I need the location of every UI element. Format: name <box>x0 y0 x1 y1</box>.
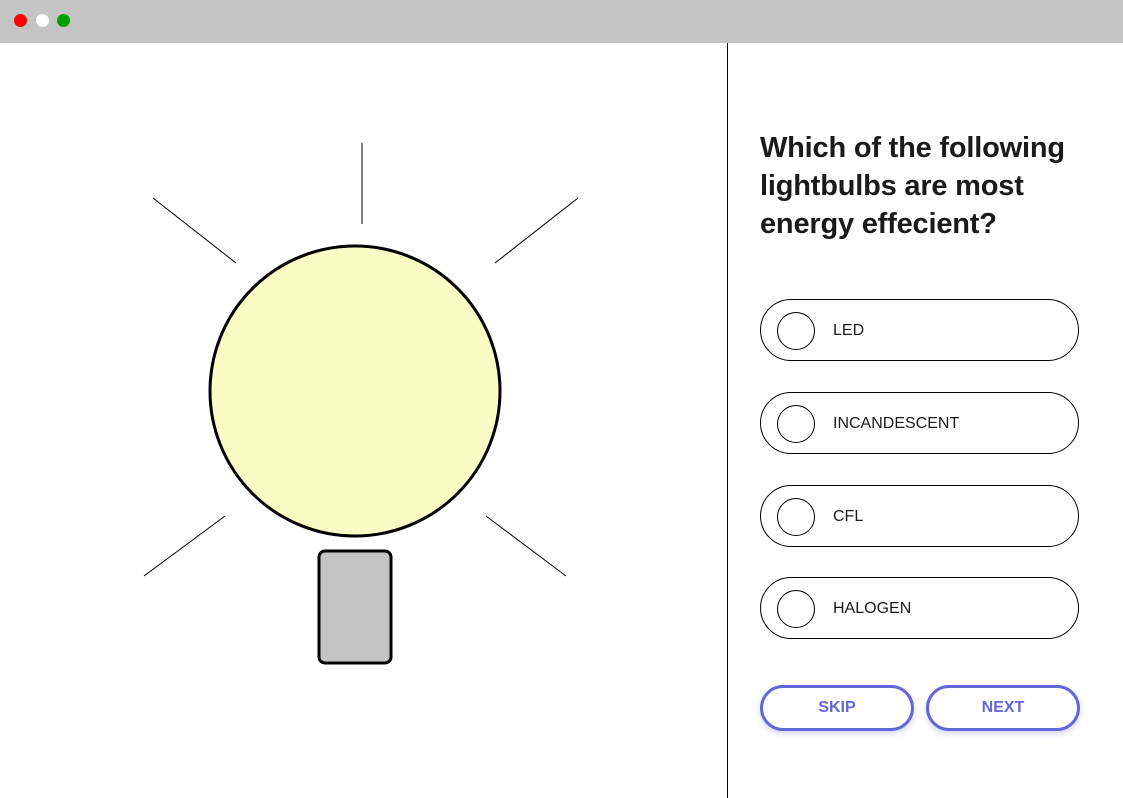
question-text: Which of the following lightbulbs are mo… <box>760 132 1065 240</box>
radio-circle-icon[interactable] <box>777 405 815 443</box>
app-window: Which of the following lightbulbs are mo… <box>0 0 1123 798</box>
maximize-window-button[interactable] <box>57 14 70 27</box>
lightbulb-illustration <box>0 43 727 798</box>
option-label: HALOGEN <box>833 600 912 617</box>
bulb-glass <box>208 244 502 538</box>
quiz-panel: Which of the following lightbulbs are mo… <box>728 43 1123 798</box>
option-label: CFL <box>833 508 864 525</box>
light-ray-lower-left <box>143 515 226 577</box>
bulb-base <box>317 549 393 665</box>
radio-circle-icon[interactable] <box>777 590 815 628</box>
radio-circle-icon[interactable] <box>777 498 815 536</box>
light-ray-lower-right <box>485 515 567 577</box>
next-button[interactable]: NEXT <box>926 685 1080 731</box>
option-cfl[interactable]: CFL <box>760 485 1079 547</box>
option-label: INCANDESCENT <box>833 415 960 432</box>
option-led[interactable]: LED <box>760 299 1079 361</box>
light-ray-upper-right <box>494 197 579 264</box>
lightbulb-icon <box>143 143 579 665</box>
option-halogen[interactable]: HALOGEN <box>760 577 1079 639</box>
title-bar <box>0 0 1123 43</box>
skip-button[interactable]: SKIP <box>760 685 914 731</box>
light-ray-upper-left <box>152 197 237 264</box>
close-window-button[interactable] <box>14 14 27 27</box>
radio-circle-icon[interactable] <box>777 312 815 350</box>
option-label: LED <box>833 322 865 339</box>
minimize-window-button[interactable] <box>36 14 49 27</box>
option-incandescent[interactable]: INCANDESCENT <box>760 392 1079 454</box>
